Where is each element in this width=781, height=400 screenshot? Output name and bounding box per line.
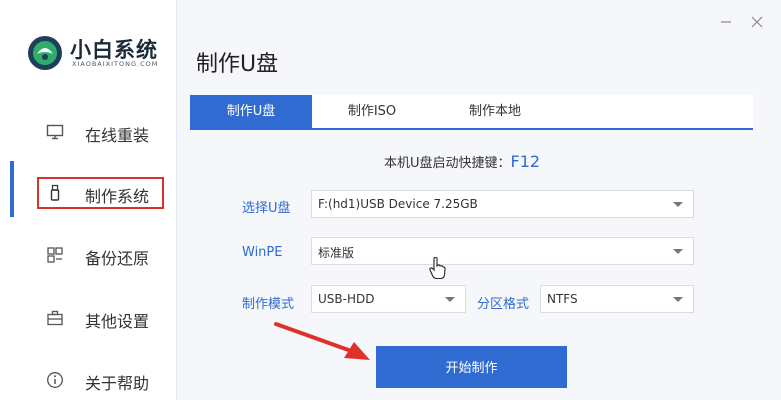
winpe-select-label: WinPE bbox=[242, 245, 283, 260]
red-arrow-icon bbox=[274, 322, 370, 360]
backup-icon bbox=[47, 247, 63, 263]
sidebar-item-make-system[interactable]: 制作系统 bbox=[0, 173, 176, 213]
info-icon bbox=[47, 372, 63, 388]
briefcase-icon bbox=[47, 310, 63, 326]
chevron-down-icon bbox=[445, 297, 455, 302]
chevron-down-icon bbox=[673, 202, 683, 207]
sidebar-item-backup-restore[interactable]: 备份还原 bbox=[0, 235, 176, 275]
start-make-button[interactable]: 开始制作 bbox=[376, 346, 567, 388]
monitor-icon bbox=[46, 124, 64, 140]
usb-select[interactable]: F:(hd1)USB Device 7.25GB bbox=[311, 190, 694, 218]
mode-select-value: USB-HDD bbox=[318, 292, 375, 306]
mode-select[interactable]: USB-HDD bbox=[311, 285, 466, 313]
sidebar-item-about-help[interactable]: 关于帮助 bbox=[0, 360, 176, 400]
minimize-icon[interactable] bbox=[720, 16, 732, 28]
shortcut-key: F12 bbox=[510, 152, 541, 171]
shortcut-hint: 本机U盘启动快捷键：F12 bbox=[384, 152, 540, 171]
sidebar-item-other-settings[interactable]: 其他设置 bbox=[0, 298, 176, 338]
sidebar: 小白系统 XIAOBAIXITONG.COM 在线重装 制作系统 备份还原 其他… bbox=[0, 0, 177, 400]
close-icon[interactable] bbox=[751, 16, 763, 28]
tab-make-local[interactable]: 制作本地 bbox=[432, 95, 558, 128]
winpe-select[interactable]: 标准版 bbox=[311, 237, 694, 265]
partition-select-label: 分区格式 bbox=[477, 297, 530, 312]
winpe-select-value: 标准版 bbox=[318, 246, 355, 260]
usb-icon bbox=[50, 184, 60, 201]
chevron-down-icon bbox=[673, 249, 683, 254]
tab-make-usb[interactable]: 制作U盘 bbox=[190, 95, 312, 128]
hand-cursor-icon bbox=[429, 256, 446, 280]
sidebar-item-label: 在线重装 bbox=[85, 126, 150, 145]
partition-select-value: NTFS bbox=[547, 292, 578, 306]
sidebar-item-online-reinstall[interactable]: 在线重装 bbox=[0, 112, 176, 152]
sidebar-item-label: 制作系统 bbox=[85, 187, 150, 206]
partition-select[interactable]: NTFS bbox=[540, 285, 694, 313]
app-logo: 小白系统 XIAOBAIXITONG.COM bbox=[26, 32, 176, 76]
usb-select-value: F:(hd1)USB Device 7.25GB bbox=[318, 197, 478, 211]
sidebar-item-label: 备份还原 bbox=[85, 249, 150, 268]
tab-make-iso[interactable]: 制作ISO bbox=[312, 95, 432, 128]
tab-bar: 制作U盘 制作ISO 制作本地 bbox=[190, 95, 753, 130]
usb-select-label: 选择U盘 bbox=[242, 201, 291, 216]
chevron-down-icon bbox=[673, 297, 683, 302]
sidebar-item-label: 关于帮助 bbox=[85, 374, 150, 393]
mode-select-label: 制作模式 bbox=[242, 297, 295, 312]
page-title: 制作U盘 bbox=[196, 52, 279, 77]
shortcut-hint-text: 本机U盘启动快捷键： bbox=[384, 156, 511, 171]
sidebar-item-label: 其他设置 bbox=[85, 312, 150, 331]
app-subtitle: XIAOBAIXITONG.COM bbox=[72, 60, 159, 68]
logo-icon bbox=[28, 36, 62, 70]
